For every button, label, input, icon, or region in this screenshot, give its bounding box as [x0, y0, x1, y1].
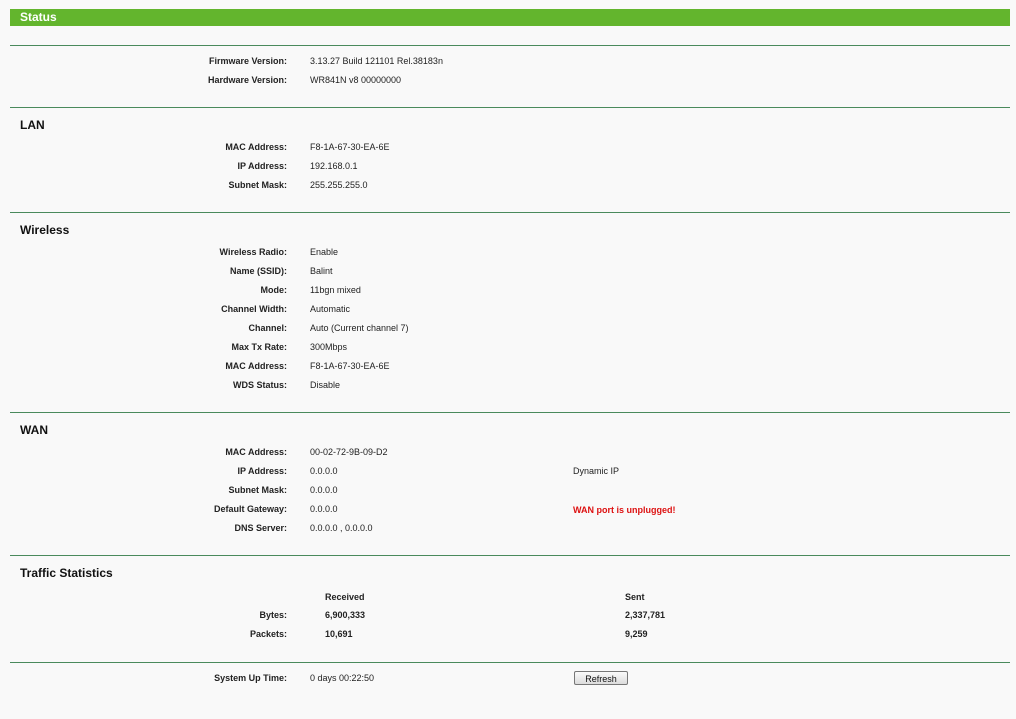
lan-ip-label: IP Address: [237, 161, 287, 171]
traffic-bytes-label: Bytes: [259, 610, 287, 620]
wan-mask-label: Subnet Mask: [228, 485, 287, 495]
wireless-ssid-label: Name (SSID): [229, 266, 287, 276]
lan-mac-label: MAC Address: [225, 142, 287, 152]
wireless-mac-label: MAC Address: [225, 361, 287, 371]
wireless-channel-value: Auto (Current channel 7) [310, 323, 409, 333]
page-title: Status [20, 10, 57, 24]
divider [10, 212, 1010, 213]
wireless-channel-width-label: Channel Width: [221, 304, 287, 314]
wireless-radio-label: Wireless Radio: [219, 247, 287, 257]
wan-section-title: WAN [20, 423, 48, 437]
wan-ip-value: 0.0.0.0 [310, 466, 338, 476]
hardware-version-label: Hardware Version: [207, 75, 287, 85]
wan-ip-label: IP Address: [237, 466, 287, 476]
traffic-packets-sent: 9,259 [625, 629, 648, 639]
wan-gateway-value: 0.0.0.0 [310, 504, 338, 514]
traffic-bytes-received: 6,900,333 [325, 610, 366, 620]
wireless-max-tx-rate-value: 300Mbps [310, 342, 348, 352]
wan-dns-label: DNS Server: [234, 523, 287, 533]
traffic-sent-header: Sent [625, 592, 645, 602]
traffic-packets-label: Packets: [249, 629, 287, 639]
wireless-wds-value: Disable [310, 380, 341, 390]
system-uptime-value: 0 days 00:22:50 [310, 673, 375, 683]
hardware-version-value: WR841N v8 00000000 [310, 75, 402, 85]
divider [10, 662, 1010, 663]
wireless-max-tx-rate-label: Max Tx Rate: [231, 342, 287, 352]
wireless-mode-label: Mode: [260, 285, 288, 295]
wireless-channel-label: Channel: [248, 323, 287, 333]
wan-unplugged-warning: WAN port is unplugged! [573, 505, 676, 515]
firmware-version-label: Firmware Version: [208, 56, 287, 66]
wan-gateway-label: Default Gateway: [213, 504, 287, 514]
divider [10, 412, 1010, 413]
lan-mask-value: 255.255.255.0 [310, 180, 368, 190]
wan-dns-value: 0.0.0.0 , 0.0.0.0 [310, 523, 373, 533]
wan-connection-type: Dynamic IP [573, 466, 620, 476]
wireless-radio-value: Enable [310, 247, 339, 257]
wireless-section-title: Wireless [20, 223, 70, 237]
traffic-bytes-sent: 2,337,781 [625, 610, 666, 620]
wan-mac-label: MAC Address: [225, 447, 287, 457]
divider [10, 555, 1010, 556]
firmware-version-value: 3.13.27 Build 121101 Rel.38183n [310, 56, 443, 66]
traffic-section-title: Traffic Statistics [20, 566, 113, 580]
divider [10, 107, 1010, 108]
lan-mac-value: F8-1A-67-30-EA-6E [310, 142, 390, 152]
lan-mask-label: Subnet Mask: [228, 180, 287, 190]
wan-mac-value: 00-02-72-9B-09-D2 [310, 447, 388, 457]
refresh-button[interactable]: Refresh [574, 671, 628, 685]
wireless-ssid-value: Balint [310, 266, 333, 276]
lan-ip-value: 192.168.0.1 [310, 161, 358, 171]
wireless-channel-width-value: Automatic [310, 304, 351, 314]
divider [10, 45, 1010, 46]
traffic-packets-received: 10,691 [325, 629, 353, 639]
wireless-mac-value: F8-1A-67-30-EA-6E [310, 361, 390, 371]
wireless-wds-label: WDS Status: [233, 380, 287, 390]
lan-section-title: LAN [20, 118, 45, 132]
status-header-bar: Status [10, 9, 1010, 26]
wan-mask-value: 0.0.0.0 [310, 485, 338, 495]
traffic-received-header: Received [325, 592, 365, 602]
system-uptime-label: System Up Time: [214, 673, 287, 683]
wireless-mode-value: 11bgn mixed [310, 285, 361, 295]
